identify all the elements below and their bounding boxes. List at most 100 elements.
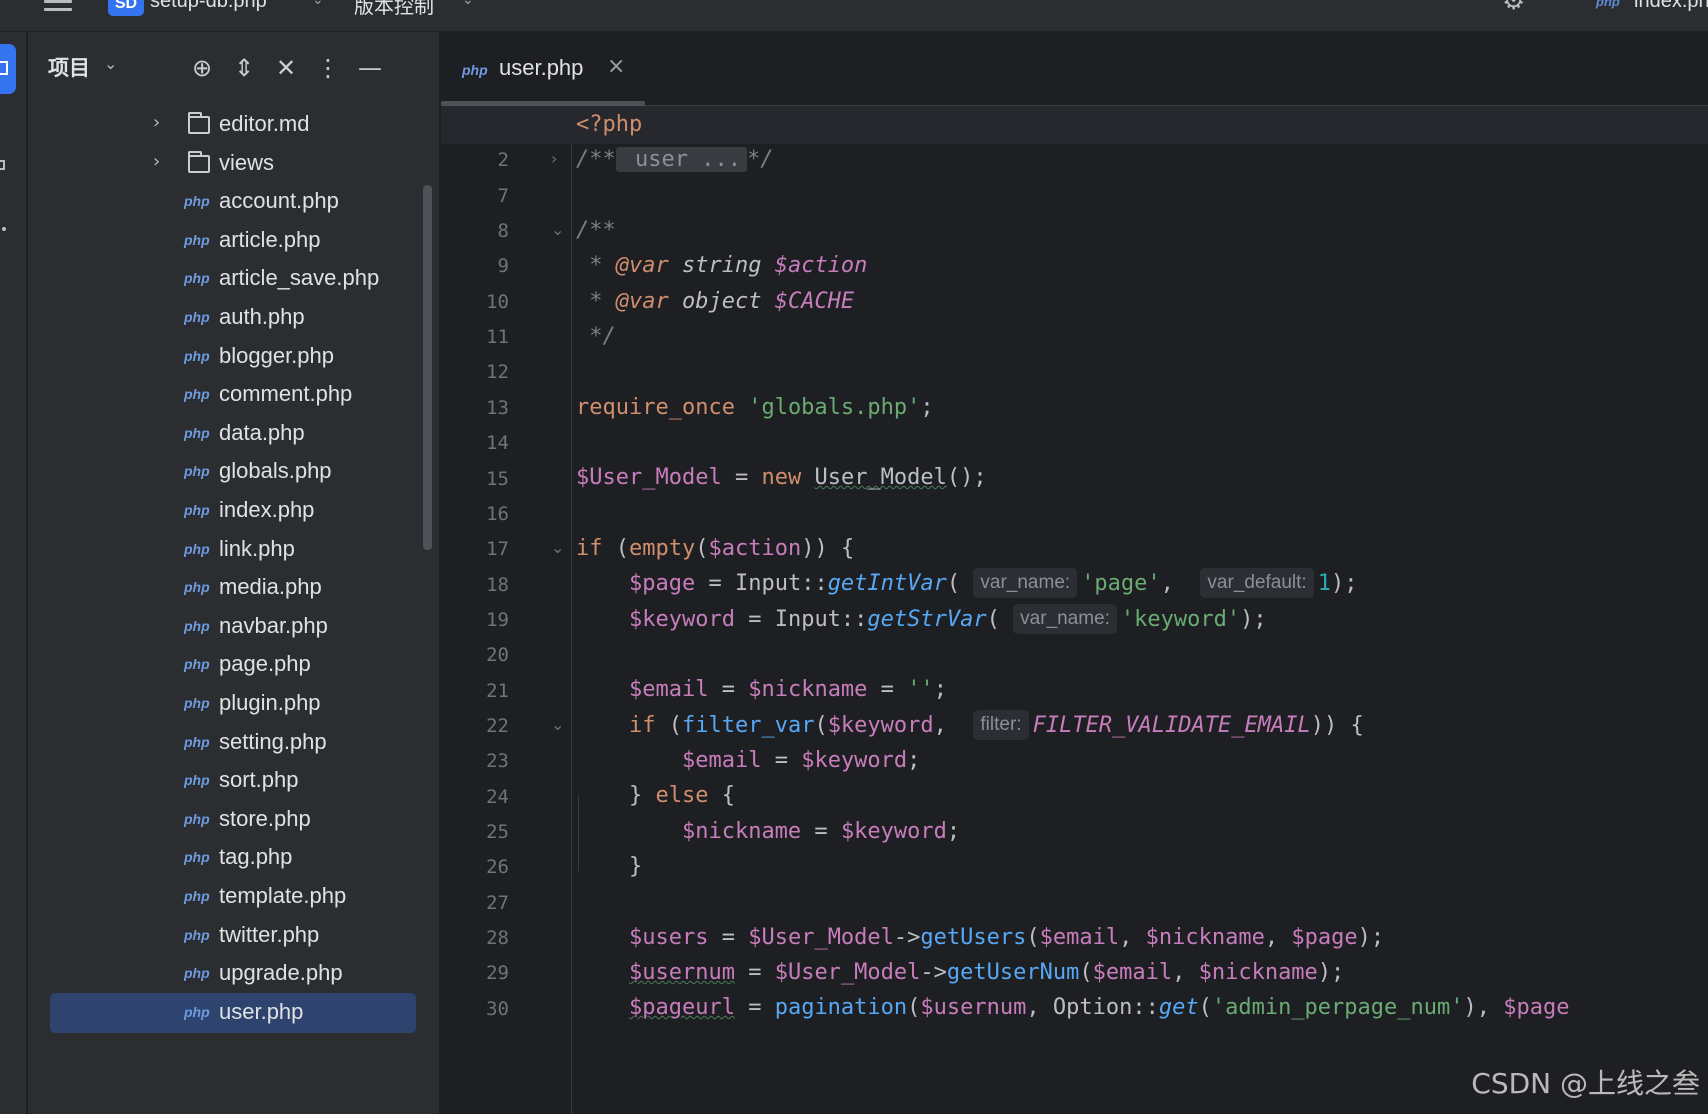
tree-file[interactable]: php plugin.php	[28, 683, 440, 725]
tree-file[interactable]: php setting.php	[28, 722, 440, 764]
project-panel-header: 项目 ⌄ ⊕ ⇕ ✕ ⋮ —	[28, 32, 440, 104]
title-bar: SD setup-db.php ⌄ 版本控制 ⌄ ⚙ php index.php	[0, 0, 1708, 32]
php-file-icon: php	[184, 386, 210, 403]
php-file-icon: php	[184, 733, 210, 750]
code-editor[interactable]: <?php /** user ... */ /** * @var string $…	[441, 106, 1708, 1114]
chevron-down-icon[interactable]: ⌄	[312, 0, 324, 8]
tree-item-label: sort.php	[219, 767, 299, 793]
tree-item-label: article_save.php	[219, 265, 380, 291]
tree-file[interactable]: php blogger.php	[28, 336, 440, 378]
tree-item-label: upgrade.php	[219, 960, 343, 986]
tool-window-strip	[0, 32, 27, 1114]
tree-item-label: index.php	[219, 497, 315, 522]
tree-item-label: link.php	[219, 535, 295, 561]
php-file-icon: php	[462, 62, 488, 78]
code-line-26: }	[576, 854, 643, 879]
tree-file[interactable]: php store.php	[28, 799, 440, 841]
code-line-30: $pageurl = pagination($usernum, Option::…	[628, 995, 1570, 1020]
php-file-icon: php	[184, 463, 210, 480]
tree-file[interactable]: php navbar.php	[28, 606, 440, 648]
tree-item-label: setting.php	[219, 728, 327, 754]
tree-file[interactable]: php user.php	[28, 992, 440, 1034]
php-file-icon: php	[184, 540, 210, 557]
code-line-22: if (filter_var($keyword, filter: FILTER_V…	[576, 707, 1364, 745]
php-file-icon: php	[184, 1003, 210, 1020]
chevron-right-icon[interactable]: ›	[153, 112, 160, 133]
php-file-icon: php	[184, 926, 210, 943]
project-toolwindow-icon[interactable]	[0, 44, 16, 94]
parameter-hint: filter:	[973, 710, 1029, 740]
tree-file[interactable]: php data.php	[28, 413, 440, 455]
run-config-selector[interactable]: index.php	[1634, 0, 1708, 13]
php-file-icon: php	[184, 695, 210, 711]
tree-item-label: auth.php	[219, 304, 305, 329]
tree-file[interactable]: php sort.php	[28, 760, 440, 802]
editor-area: php user.php × 12›78⌄91011121314151617⌄1…	[441, 32, 1708, 1114]
more-icon[interactable]	[2, 227, 6, 231]
close-tab-icon[interactable]: ×	[607, 54, 625, 79]
chevron-down-icon[interactable]: ⌄	[462, 0, 474, 8]
project-name[interactable]: setup-db.php	[150, 0, 267, 13]
tree-folder[interactable]: › views	[28, 143, 440, 185]
tree-item-label: globals.php	[219, 458, 332, 484]
code-line-24: } else {	[576, 783, 735, 808]
tree-file[interactable]: php upgrade.php	[28, 953, 440, 995]
tree-item-label: store.php	[219, 805, 311, 831]
tab-label: user.php	[499, 55, 584, 80]
project-view-selector[interactable]: 项目	[48, 52, 90, 82]
code-line-9: * @var string $action	[576, 253, 868, 278]
code-line-29: $usernum = $User_Model->getUserNum($emai…	[628, 960, 1345, 985]
parameter-hint: var_name:	[973, 568, 1078, 598]
tree-file[interactable]: php page.php	[28, 644, 440, 686]
tree-file[interactable]: php tag.php	[28, 837, 440, 879]
tree-scrollbar[interactable]	[423, 185, 432, 550]
tree-item-label: twitter.php	[219, 921, 320, 947]
tree-file[interactable]: php index.php	[28, 490, 440, 532]
vcs-menu[interactable]: 版本控制	[354, 0, 434, 19]
tree-item-label: navbar.php	[219, 612, 328, 638]
toolwindow-icon[interactable]	[0, 160, 5, 170]
php-file-icon: php	[184, 502, 210, 518]
collapse-all-icon[interactable]: ✕	[270, 52, 302, 84]
tree-folder[interactable]: › editor.md	[28, 104, 440, 146]
tree-file[interactable]: php link.php	[28, 529, 440, 571]
options-menu-icon[interactable]: ⋮	[312, 52, 344, 84]
tree-file[interactable]: php media.php	[28, 567, 440, 609]
tree-item-label: data.php	[219, 419, 305, 445]
tree-file[interactable]: php article.php	[28, 220, 440, 262]
code-line-1: <?php	[576, 112, 643, 137]
tree-file[interactable]: php comment.php	[28, 374, 440, 416]
hide-panel-icon[interactable]: —	[354, 52, 386, 84]
project-badge[interactable]: SD	[108, 0, 144, 16]
main-menu-icon[interactable]	[44, 0, 74, 18]
folded-region[interactable]: user ...	[615, 147, 747, 172]
chevron-right-icon[interactable]: ›	[153, 151, 160, 172]
php-file-icon: php	[184, 193, 210, 210]
chevron-down-icon[interactable]: ⌄	[104, 54, 117, 73]
php-file-icon: php	[184, 347, 210, 364]
tree-file[interactable]: php globals.php	[28, 451, 440, 493]
php-file-icon: php	[184, 810, 210, 827]
code-line-28: $users = $User_Model->getUsers($email, $…	[628, 925, 1385, 950]
tree-file[interactable]: php account.php	[28, 181, 440, 223]
tab-user-php[interactable]: php user.php ×	[441, 32, 645, 106]
tree-file[interactable]: php auth.php	[28, 297, 440, 339]
tree-item-label: comment.php	[219, 381, 353, 407]
tree-file[interactable]: php twitter.php	[28, 915, 440, 957]
php-file-icon: php	[184, 270, 210, 287]
tree-item-label: blogger.php	[219, 342, 334, 368]
project-panel: 项目 ⌄ ⊕ ⇕ ✕ ⋮ — › editor.md › views php accoun…	[28, 32, 440, 1114]
settings-gear-icon[interactable]: ⚙	[1502, 0, 1536, 16]
tree-file[interactable]: php template.php	[28, 876, 440, 918]
php-file-icon: php	[1596, 0, 1620, 9]
tree-item-label: page.php	[219, 651, 311, 677]
code-line-19: $keyword = Input::getStrVar( var_name:'k…	[576, 601, 1267, 639]
tree-file[interactable]: php article_save.php	[28, 258, 440, 300]
expand-all-icon[interactable]: ⇕	[228, 52, 260, 84]
locate-file-icon[interactable]: ⊕	[186, 52, 218, 84]
php-file-icon: php	[184, 849, 210, 866]
folder-icon	[188, 112, 210, 134]
code-line-18: $page = Input::getIntVar( var_name:'page…	[576, 565, 1357, 603]
parameter-hint: var_default:	[1200, 568, 1314, 598]
php-file-icon: php	[184, 617, 210, 634]
